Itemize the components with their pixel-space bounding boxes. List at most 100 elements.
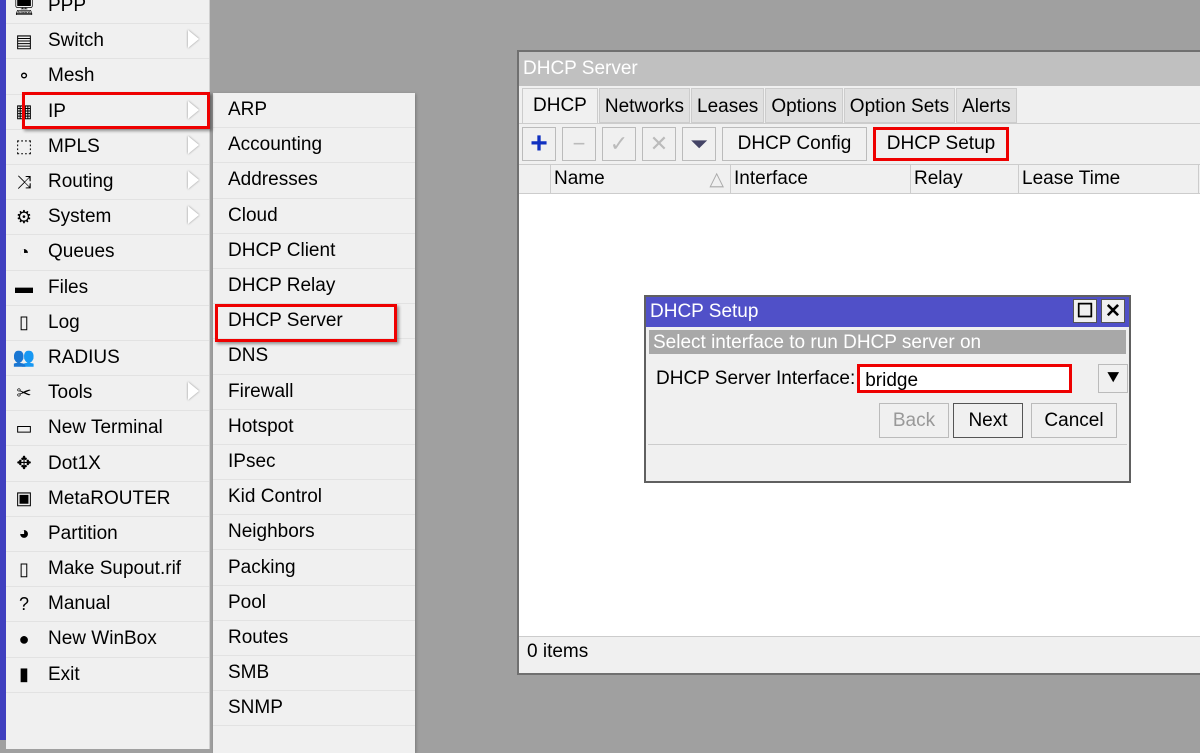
tab-leases[interactable]: Leases [691, 88, 765, 123]
menu-item-mpls[interactable]: ⬚ MPLS [6, 130, 209, 165]
menu-item-mesh[interactable]: ⚬ Mesh [6, 59, 209, 95]
submenu-item-packing[interactable]: Packing [213, 550, 415, 586]
submenu-item-pool[interactable]: Pool [213, 586, 415, 621]
menu-item-new-winbox[interactable]: ● New WinBox [6, 622, 209, 658]
interface-row: DHCP Server Interface: bridge ⯆ [646, 364, 1129, 393]
routing-icon: ⤨ [16, 171, 32, 192]
submenu-item-addresses[interactable]: Addresses [213, 163, 415, 199]
filter-icon[interactable]: ⏷ [682, 127, 716, 161]
menu-item-queues[interactable]: ◔ Queues [6, 235, 209, 271]
toolbar: + − ✓ ✕ ⏷ DHCP Config DHCP Setup [519, 124, 1200, 164]
cancel-button[interactable]: Cancel [1031, 403, 1117, 438]
ppp-icon: 🖥 [12, 0, 36, 16]
mesh-icon: ⚬ [16, 65, 32, 86]
menu-item-ppp[interactable]: 🖥 PPP [6, 0, 209, 25]
menu-item-label: Partition [48, 522, 118, 544]
dhcp-setup-button[interactable]: DHCP Setup [873, 127, 1009, 161]
menu-item-switch[interactable]: ▤ Switch [6, 24, 209, 60]
menu-item-partition[interactable]: ◕ Partition [6, 517, 209, 552]
switch-icon: ▤ [15, 30, 33, 51]
back-button[interactable]: Back [879, 403, 949, 438]
column-lease-time[interactable]: Lease Time [1019, 165, 1199, 193]
submenu-item-routes[interactable]: Routes [213, 621, 415, 656]
window-title[interactable]: DHCP Server [519, 52, 1200, 86]
submenu-item-cloud[interactable]: Cloud [213, 199, 415, 234]
dhcp-config-button[interactable]: DHCP Config [722, 127, 867, 161]
highlight-ip [22, 92, 210, 129]
submenu-item-accounting[interactable]: Accounting [213, 128, 415, 164]
submenu-item-kid-control[interactable]: Kid Control [213, 480, 415, 516]
menu-item-label: Routing [48, 171, 114, 193]
menu-item-make-supout-rif[interactable]: ▯ Make Supout.rif [6, 552, 209, 588]
submenu-arrow-icon [188, 30, 199, 49]
menu-item-system[interactable]: ⚙ System [6, 200, 209, 236]
help-icon: ? [18, 593, 29, 614]
enable-icon[interactable]: ✓ [602, 127, 636, 161]
supout-icon: ▯ [19, 558, 29, 579]
interface-input[interactable]: bridge [857, 364, 1073, 393]
add-icon[interactable]: + [522, 127, 556, 161]
submenu-arrow-icon [188, 170, 199, 189]
menu-item-manual[interactable]: ? Manual [6, 587, 209, 623]
menu-item-exit[interactable]: ▮ Exit [6, 658, 209, 693]
remove-icon[interactable]: − [562, 127, 596, 161]
menu-item-tools[interactable]: ✂ Tools [6, 376, 209, 412]
ip-submenu: ARP Accounting Addresses Cloud DHCP Client DH… [213, 93, 415, 753]
tab-dhcp[interactable]: DHCP [522, 88, 598, 123]
menu-item-dot1x[interactable]: ✥ Dot1X [6, 446, 209, 482]
menu-item-log[interactable]: ▯ Log [6, 306, 209, 341]
menu-item-new-terminal[interactable]: ▭ New Terminal [6, 411, 209, 447]
submenu-item-hotspot[interactable]: Hotspot [213, 410, 415, 445]
menu-item-label: MetaROUTER [48, 487, 171, 509]
menu-item-files[interactable]: ▬ Files [6, 271, 209, 306]
table-header: Name △ Interface Relay Lease Time [519, 164, 1200, 194]
submenu-item-dns[interactable]: DNS [213, 339, 415, 375]
winbox-icon: ● [18, 628, 30, 649]
metarouter-icon: ▣ [15, 488, 33, 509]
submenu-item-smb[interactable]: SMB [213, 656, 415, 692]
menu-item-label: Dot1X [48, 452, 101, 474]
disable-icon[interactable]: ✕ [642, 127, 676, 161]
tools-icon: ✂ [16, 382, 32, 403]
highlight-dhcp-server [215, 304, 397, 342]
tab-alerts[interactable]: Alerts [956, 88, 1017, 123]
log-icon: ▯ [19, 312, 29, 333]
tab-options[interactable]: Options [765, 88, 843, 123]
submenu-arrow-icon [188, 135, 199, 154]
menu-item-label: Log [48, 311, 80, 333]
submenu-item-neighbors[interactable]: Neighbors [213, 515, 415, 551]
column-name[interactable]: Name △ [551, 165, 731, 193]
menu-item-label: Files [48, 276, 89, 298]
next-button[interactable]: Next [953, 403, 1023, 438]
dhcp-setup-dialog: DHCP Setup ☐ ✕ Select interface to run D… [644, 295, 1131, 483]
submenu-item-arp[interactable]: ARP [213, 93, 415, 129]
submenu-item-dhcp-relay[interactable]: DHCP Relay [213, 269, 415, 305]
menu-item-label: Make Supout.rif [48, 558, 182, 580]
menu-item-label: Manual [48, 593, 111, 615]
dialog-title: DHCP Setup [650, 301, 759, 322]
status-bar: 0 items [519, 636, 1200, 666]
submenu-item-dhcp-client[interactable]: DHCP Client [213, 234, 415, 269]
close-icon[interactable]: ✕ [1101, 299, 1125, 323]
mpls-icon: ⬚ [15, 136, 33, 157]
menu-item-metarouter[interactable]: ▣ MetaROUTER [6, 482, 209, 517]
dropdown-icon[interactable]: ⯆ [1098, 364, 1129, 393]
menu-item-label: PPP [48, 0, 87, 17]
partition-icon: ◕ [18, 523, 30, 544]
tab-networks[interactable]: Networks [598, 88, 691, 123]
menu-item-radius[interactable]: 👥 RADIUS [6, 341, 209, 377]
dot1x-icon: ✥ [16, 453, 32, 474]
maximize-icon[interactable]: ☐ [1073, 299, 1097, 323]
menu-item-routing[interactable]: ⤨ Routing [6, 165, 209, 201]
dialog-description: Select interface to run DHCP server on [649, 330, 1126, 354]
tab-option-sets[interactable]: Option Sets [843, 88, 956, 123]
menu-item-label: Mesh [48, 65, 95, 87]
submenu-item-ipsec[interactable]: IPsec [213, 445, 415, 481]
submenu-item-snmp[interactable]: SNMP [213, 691, 415, 727]
dialog-title-bar[interactable]: DHCP Setup ☐ ✕ [646, 297, 1129, 327]
submenu-item-firewall[interactable]: Firewall [213, 375, 415, 410]
column-relay[interactable]: Relay [911, 165, 1019, 193]
exit-icon: ▮ [19, 664, 29, 685]
header-spacer [519, 165, 551, 193]
column-interface[interactable]: Interface [731, 165, 911, 193]
